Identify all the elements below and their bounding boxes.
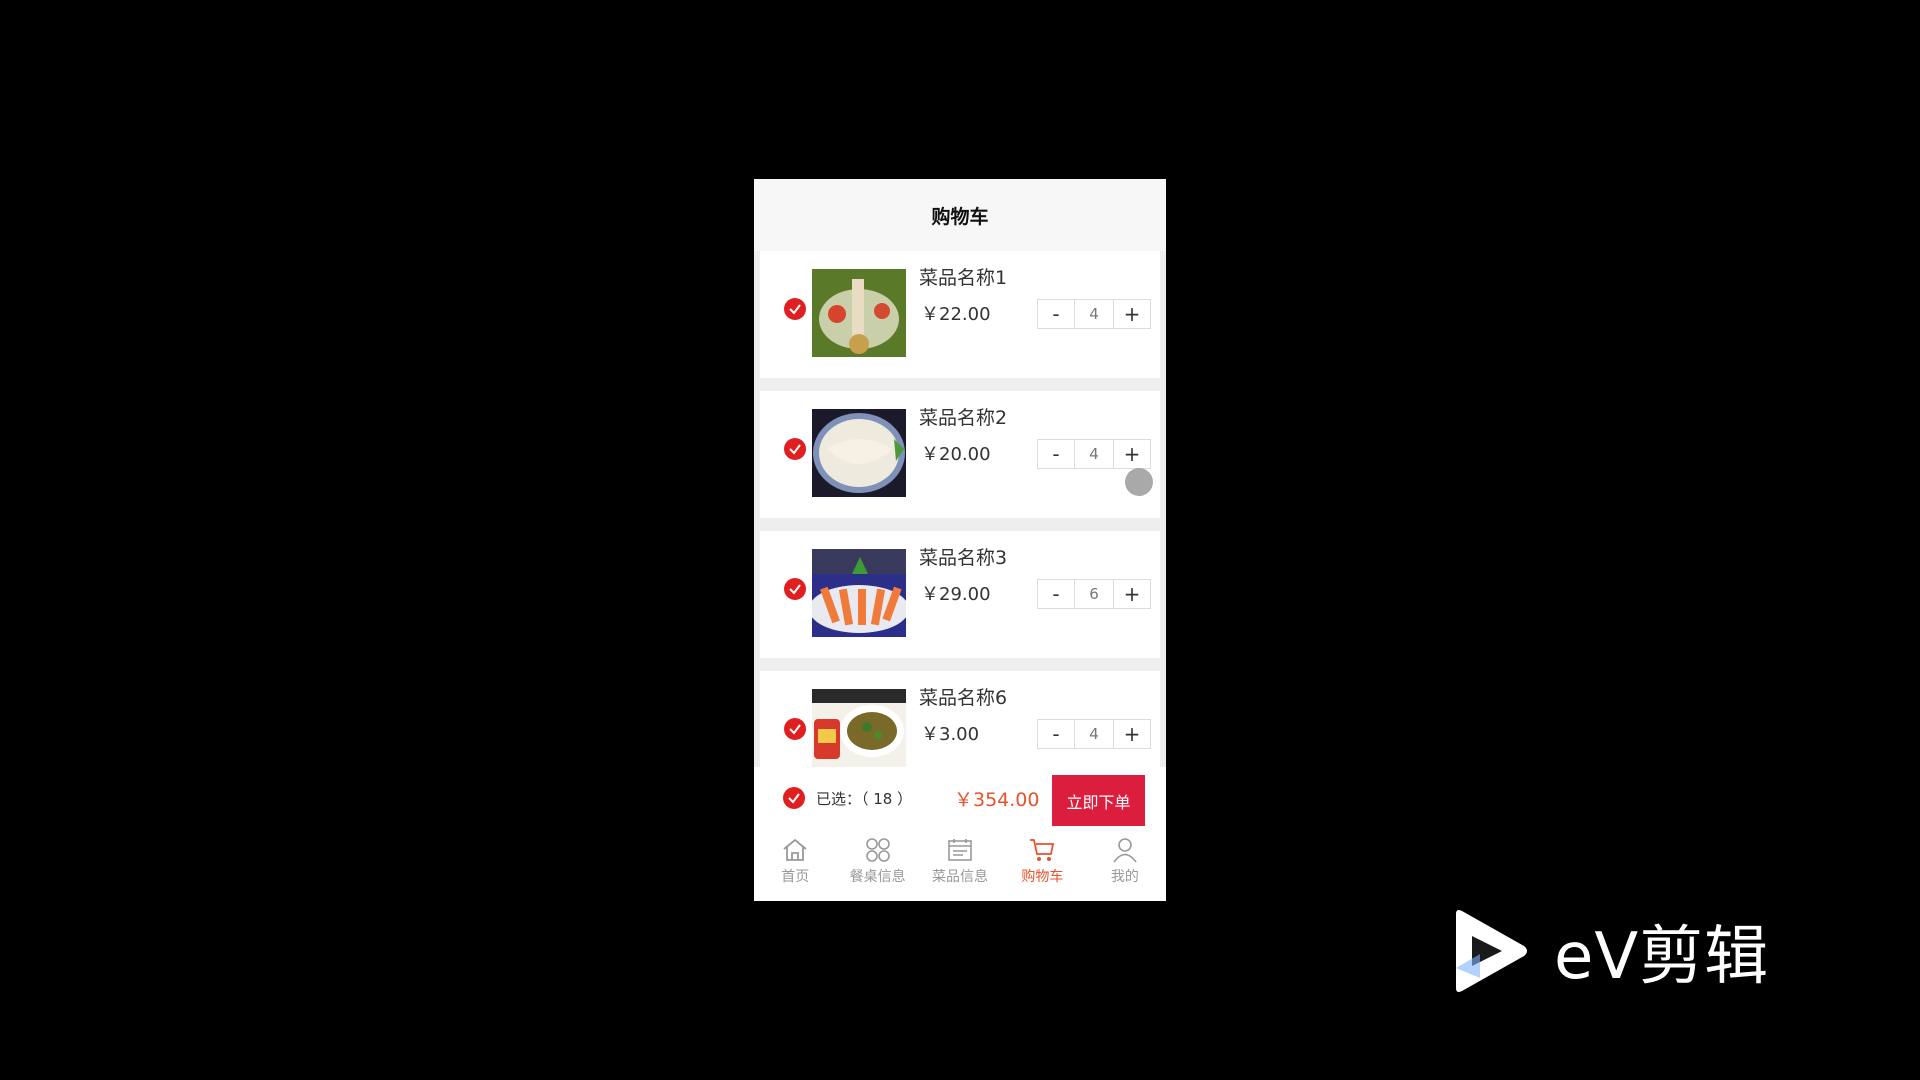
dish-name: 菜品名称6 [919,687,1008,709]
quantity-value[interactable]: 4 [1074,440,1114,468]
dish-image [812,409,906,497]
phone-screen: 购物车 菜品名称1 ￥22.00 - 4 + 菜品名称2 ￥20.00 - 4 … [754,179,1166,901]
tab-label: 我的 [1110,869,1139,885]
dish-price: ￥3.00 [921,724,980,745]
item-check-icon[interactable] [784,298,806,320]
home-icon [783,838,807,861]
dish-image [812,549,906,637]
watermark-text: eV剪辑 [1554,920,1770,994]
grid-icon [865,838,890,862]
place-order-button[interactable]: 立即下单 [1052,775,1145,826]
quantity-value[interactable]: 6 [1074,580,1114,608]
tab-profile[interactable]: 我的 [1084,827,1166,901]
quantity-stepper: - 6 + [1037,579,1151,609]
menu-icon [948,839,972,861]
item-check-icon[interactable] [784,438,806,460]
watermark: eV剪辑 [1450,905,1769,997]
increase-button[interactable]: + [1114,580,1150,608]
page-title: 购物车 [754,179,1166,251]
bottom-tab-bar: 首页 餐桌信息 菜品信息 购物车 我的 [754,827,1166,901]
dish-price: ￥29.00 [921,584,991,605]
item-check-icon[interactable] [784,578,806,600]
decrease-button[interactable]: - [1038,720,1074,748]
tab-dishes[interactable]: 菜品信息 [919,827,1001,901]
selected-count: 已选：（ 18 ） [816,790,913,808]
dish-price: ￥22.00 [921,304,991,325]
cart-item: 菜品名称2 ￥20.00 - 4 + [760,391,1160,518]
dish-name: 菜品名称1 [919,267,1008,289]
quantity-value[interactable]: 4 [1074,720,1114,748]
item-check-icon[interactable] [784,718,806,740]
tab-tables[interactable]: 餐桌信息 [836,827,918,901]
quantity-value[interactable]: 4 [1074,300,1114,328]
cart-item: 菜品名称1 ￥22.00 - 4 + [760,251,1160,378]
touch-indicator [1125,468,1153,496]
tab-label: 菜品信息 [932,869,989,885]
tab-label: 购物车 [1021,869,1064,885]
tab-label: 餐桌信息 [849,869,906,885]
cart-list: 菜品名称1 ￥22.00 - 4 + 菜品名称2 ￥20.00 - 4 + 菜品… [754,251,1166,801]
tab-label: 首页 [781,869,810,885]
dish-image [812,689,906,777]
quantity-stepper: - 4 + [1037,439,1151,469]
dish-image [812,269,906,357]
dish-name: 菜品名称2 [919,407,1008,429]
quantity-stepper: - 4 + [1037,719,1151,749]
decrease-button[interactable]: - [1038,440,1074,468]
quantity-stepper: - 4 + [1037,299,1151,329]
cart-item: 菜品名称3 ￥29.00 - 6 + [760,531,1160,658]
user-icon [1113,838,1137,863]
dish-name: 菜品名称3 [919,547,1008,569]
decrease-button[interactable]: - [1038,580,1074,608]
play-logo-icon [1456,910,1527,992]
total-price: ￥354.00 [954,789,1040,811]
tab-home[interactable]: 首页 [754,827,836,901]
increase-button[interactable]: + [1114,720,1150,748]
dish-price: ￥20.00 [921,444,991,465]
decrease-button[interactable]: - [1038,300,1074,328]
increase-button[interactable]: + [1114,440,1150,468]
cart-icon [1030,839,1055,861]
tab-cart[interactable]: 购物车 [1001,827,1083,901]
select-all-check-icon[interactable] [783,787,805,809]
checkout-bar: 已选：（ 18 ） ￥354.00 立即下单 [754,767,1166,827]
increase-button[interactable]: + [1114,300,1150,328]
